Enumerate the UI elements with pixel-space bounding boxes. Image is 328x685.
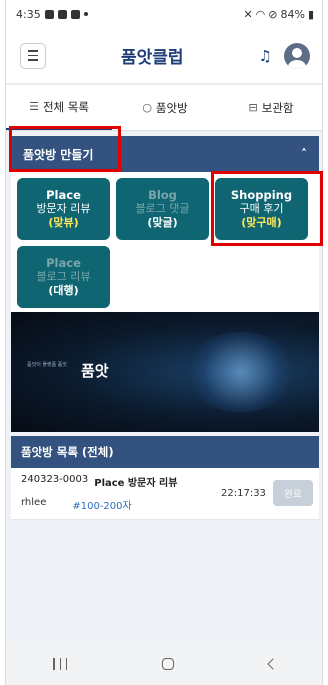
system-nav-bar (6, 642, 322, 685)
notification-icon (44, 9, 54, 19)
place-blog-review-card[interactable]: Place 블로그 리뷰 (대행) (17, 246, 110, 308)
more-notifications-icon (83, 12, 88, 16)
room-category: Place 방문자 리뷰 (94, 478, 178, 489)
room-type-grid: Place 방문자 리뷰 (맞뷰) Blog 블로그 댓글 (맞글) Shopp… (11, 172, 319, 312)
create-room-header[interactable]: 품앗방 만들기 ˄ (11, 136, 319, 172)
phone-screen: 4:35 ✕ ◠ ⊘ 84% ▮ 품앗클럽 ♫ ☰ 전체 목록 ○ 품앗방 ⊟ … (5, 0, 323, 685)
menu-button[interactable] (20, 42, 46, 69)
banner-brand: 품앗 (81, 362, 109, 380)
recent-apps-icon[interactable] (53, 657, 68, 670)
mute-icon: ✕ (243, 7, 253, 21)
room-range: #100-200자 (72, 501, 132, 512)
dnd-icon: ⊘ (268, 7, 278, 21)
tab-pumat-room[interactable]: ○ 품앗방 (112, 85, 218, 130)
room-id: 240323-0003 (21, 474, 89, 485)
handshake-graphic (186, 332, 296, 412)
bell-icon[interactable]: ♫ (259, 47, 272, 65)
chat-icon: ○ (142, 101, 152, 114)
app-title: 품앗클럽 (120, 48, 184, 68)
shopping-review-card[interactable]: Shopping 구매 후기 (맞구매) (215, 178, 308, 240)
list-item[interactable]: 240323-0003 Place 방문자 리뷰 rhlee #100-200자… (11, 468, 319, 520)
blog-comment-card[interactable]: Blog 블로그 댓글 (맞글) (116, 178, 209, 240)
notification-icon (57, 9, 67, 19)
room-user: rhlee (21, 497, 47, 508)
place-review-card[interactable]: Place 방문자 리뷰 (맞뷰) (17, 178, 110, 240)
tab-all-list[interactable]: ☰ 전체 목록 (6, 85, 112, 130)
battery-icon: ▮ (307, 7, 314, 21)
section-title: 품앗방 만들기 (23, 147, 94, 162)
archive-icon: ⊟ (248, 101, 258, 114)
banner-tagline: 품앗이 플랫폼 품앗 (27, 362, 67, 368)
clock: 4:35 (16, 7, 41, 21)
menu-icon (28, 50, 38, 52)
status-bar: 4:35 ✕ ◠ ⊘ 84% ▮ (6, 0, 322, 28)
tab-archive[interactable]: ⊟ 보관함 (218, 85, 322, 130)
complete-button[interactable]: 완료 (273, 480, 313, 506)
back-icon[interactable] (266, 657, 279, 670)
app-header: 품앗클럽 ♫ (6, 28, 322, 84)
home-icon[interactable] (161, 657, 174, 670)
room-time: 22:17:33 (221, 488, 266, 499)
collapse-icon[interactable]: ˄ (301, 147, 307, 161)
room-list-header: 품앗방 목록 (전체) (11, 436, 319, 468)
tab-label: 품앗방 (155, 100, 188, 115)
list-icon: ☰ (29, 100, 39, 113)
avatar[interactable] (283, 42, 310, 69)
section-title: 품앗방 목록 (전체) (21, 445, 114, 459)
wifi-icon: ◠ (255, 7, 266, 21)
battery-level: 84% (280, 7, 305, 21)
tab-label: 전체 목록 (42, 99, 89, 114)
promo-banner[interactable]: 품앗이 플랫폼 품앗 품앗 (11, 312, 319, 432)
notification-icon (70, 9, 80, 19)
tab-label: 보관함 (261, 100, 294, 115)
tab-bar: ☰ 전체 목록 ○ 품앗방 ⊟ 보관함 (6, 85, 322, 131)
